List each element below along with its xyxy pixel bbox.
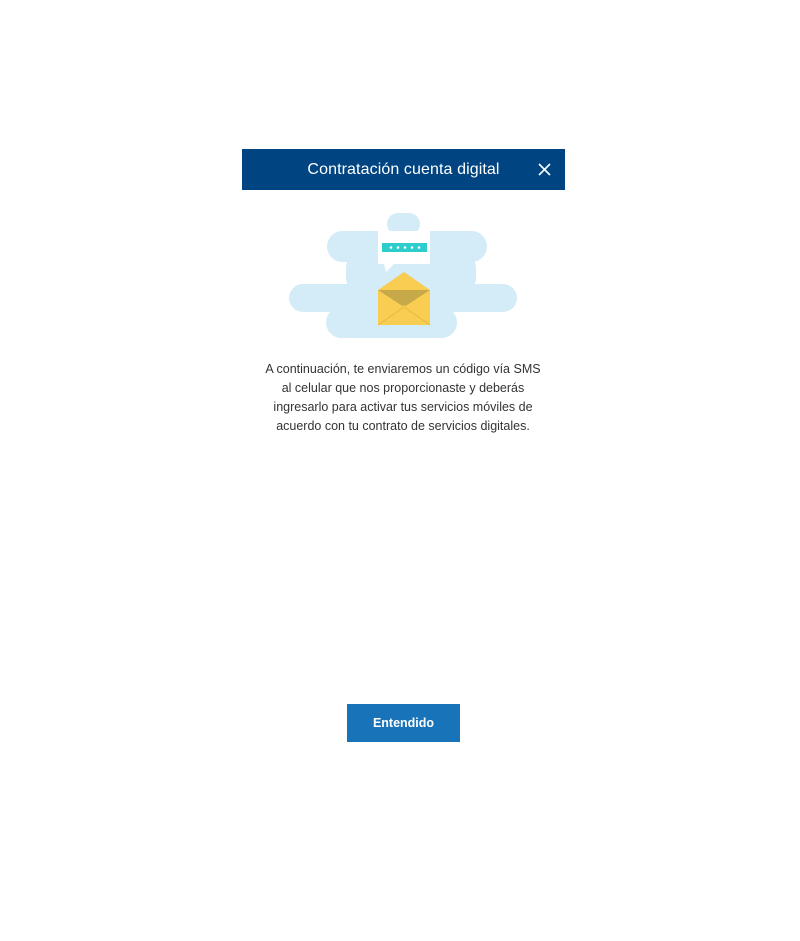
modal-header: Contratación cuenta digital bbox=[242, 149, 565, 190]
confirm-button[interactable]: Entendido bbox=[347, 704, 460, 742]
close-icon bbox=[538, 163, 551, 176]
modal-title: Contratación cuenta digital bbox=[307, 161, 500, 178]
envelope-sms-illustration bbox=[288, 213, 518, 339]
close-button[interactable] bbox=[536, 161, 553, 178]
sms-info-message: A continuación, te enviaremos un código … bbox=[265, 362, 541, 433]
screen: Contratación cuenta digital A continuaci… bbox=[0, 0, 800, 941]
